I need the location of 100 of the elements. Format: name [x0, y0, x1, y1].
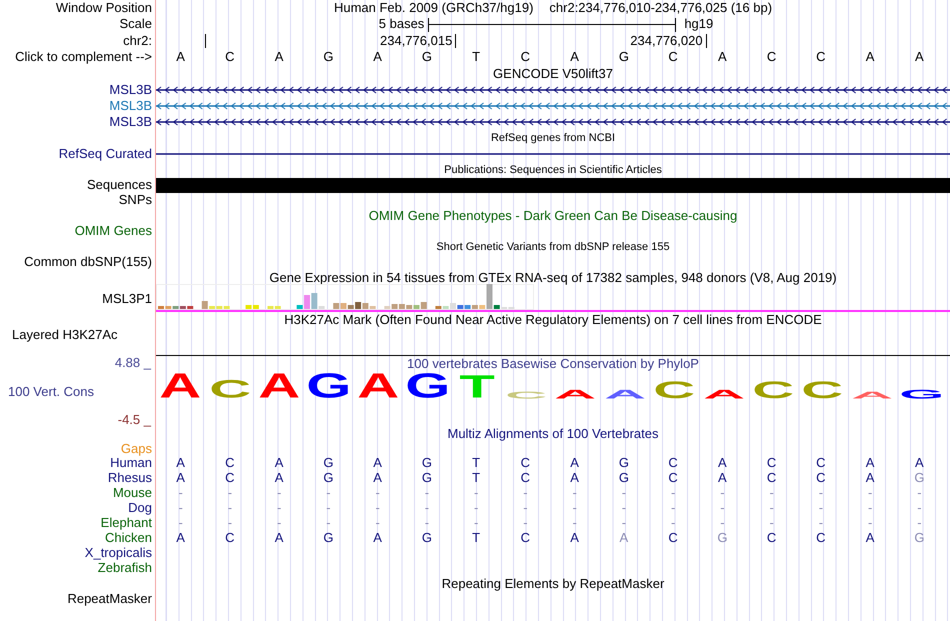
position-text: chr2:234,776,010-234,776,025 (16 bp) [549, 0, 772, 16]
species-label[interactable]: X_tropicalis [84, 546, 152, 561]
base-letter: C [766, 471, 776, 486]
track-label[interactable]: Sequences [86, 178, 152, 193]
axis-min-label: -4.5 _ [116, 413, 152, 428]
base-letter: G [422, 471, 432, 486]
logo-letter: T [459, 372, 495, 404]
base-letter[interactable]: G [618, 50, 629, 65]
coordinate-tick [706, 34, 707, 48]
base-letter: - [375, 501, 380, 516]
base-letter: G [422, 531, 432, 546]
logo-letter: A [258, 369, 300, 404]
base-letter: C [668, 456, 678, 471]
base-letter: - [276, 501, 282, 516]
base-letter[interactable]: C [816, 50, 826, 65]
track-label[interactable]: Layered H3K27Ac [12, 328, 118, 343]
logo-letter: A [850, 390, 893, 400]
base-letter: - [818, 486, 824, 501]
base-letter: - [178, 486, 183, 501]
species-label[interactable]: Rhesus [108, 471, 152, 486]
base-letter: A [915, 456, 924, 471]
base-letter: C [225, 456, 235, 471]
base-letter[interactable]: A [176, 50, 185, 65]
track-label[interactable]: Common dbSNP(155) [24, 255, 152, 270]
base-letter: C [225, 531, 235, 546]
row-label: Scale [119, 17, 152, 32]
base-letter: A [570, 531, 579, 546]
base-letter: - [474, 516, 478, 531]
track-title: Multiz Alignments of 100 Vertebrates [447, 426, 658, 442]
base-letter: - [769, 516, 774, 531]
base-letter: A [176, 456, 185, 471]
gene-label[interactable]: MSL3B [109, 82, 152, 98]
base-letter[interactable]: A [570, 50, 579, 65]
species-label[interactable]: Elephant [100, 516, 152, 531]
base-letter: C [668, 531, 678, 546]
base-letter: - [228, 486, 232, 501]
base-letter: A [718, 471, 727, 486]
base-letter: - [769, 486, 774, 501]
track-label[interactable]: RefSeq Curated [58, 146, 152, 162]
base-letter: A [620, 531, 628, 546]
base-letter[interactable]: C [766, 50, 776, 65]
base-letter: T [472, 471, 480, 486]
species-label[interactable]: Dog [128, 501, 152, 516]
base-letter[interactable]: C [225, 50, 235, 65]
base-letter: - [523, 501, 528, 516]
base-letter: - [523, 486, 528, 501]
base-letter[interactable]: G [323, 50, 334, 65]
base-letter: C [225, 471, 235, 486]
base-letter[interactable]: A [718, 50, 727, 65]
base-letter: G [618, 456, 629, 471]
base-letter: A [866, 531, 874, 546]
track-label[interactable]: MSL3P1 [102, 292, 152, 306]
base-letter: - [326, 486, 331, 501]
base-letter: C [816, 456, 826, 471]
base-letter[interactable]: C [520, 50, 530, 65]
base-letter: A [866, 456, 874, 471]
base-letter: G [914, 471, 924, 486]
species-label[interactable]: Chicken [105, 531, 152, 546]
row-label: chr2: [123, 34, 152, 48]
base-letter: G [422, 456, 432, 471]
base-letter[interactable]: A [373, 50, 382, 65]
base-letter: C [766, 531, 776, 546]
track-label[interactable]: 100 Vert. Cons [0, 384, 94, 400]
track-title: Publications: Sequences in Scientific Articles [444, 164, 662, 176]
base-letter: - [670, 516, 676, 531]
base-letter: A [373, 531, 382, 546]
track-label[interactable]: OMIM Genes [74, 224, 152, 239]
base-letter: - [228, 516, 232, 531]
track-title: Gene Expression in 54 tissues from GTEx RNA-seq of 17382 samples, 948 donors (V8, Aug 2019) [269, 270, 837, 286]
logo-letter: A [702, 388, 745, 401]
gene-label[interactable]: MSL3B [109, 114, 152, 130]
species-label[interactable]: Zebrafish [98, 561, 152, 576]
base-letter[interactable]: A [866, 50, 874, 65]
base-letter: - [622, 486, 626, 501]
gene-label[interactable]: MSL3B [109, 98, 152, 114]
base-letter[interactable]: T [472, 50, 480, 65]
base-letter: - [326, 516, 331, 531]
base-letter: A [373, 456, 382, 471]
base-letter: A [570, 456, 579, 471]
base-letter[interactable]: C [668, 50, 678, 65]
track-label[interactable]: SNPs [118, 193, 152, 208]
complement-link[interactable]: Click to complement --> [15, 50, 152, 65]
base-letter: - [868, 516, 872, 531]
track-title: RefSeq genes from NCBI [490, 132, 616, 144]
track-title: OMIM Gene Phenotypes - Dark Green Can Be Disease-causing [368, 208, 738, 224]
base-letter[interactable]: A [915, 50, 924, 65]
track-label[interactable]: RepeatMasker [67, 592, 152, 607]
base-letter: C [520, 471, 530, 486]
base-letter: - [326, 501, 331, 516]
base-letter[interactable]: G [422, 50, 432, 65]
base-letter: - [917, 486, 922, 501]
logo-letter: C [209, 378, 251, 403]
base-letter[interactable]: A [274, 50, 284, 65]
base-letter: A [718, 456, 727, 471]
base-letter: - [572, 486, 577, 501]
base-letter: - [917, 501, 922, 516]
species-label[interactable]: Human [110, 456, 152, 471]
species-label[interactable]: Mouse [112, 486, 152, 501]
base-letter: - [622, 501, 626, 516]
logo-letter: C [752, 378, 794, 403]
